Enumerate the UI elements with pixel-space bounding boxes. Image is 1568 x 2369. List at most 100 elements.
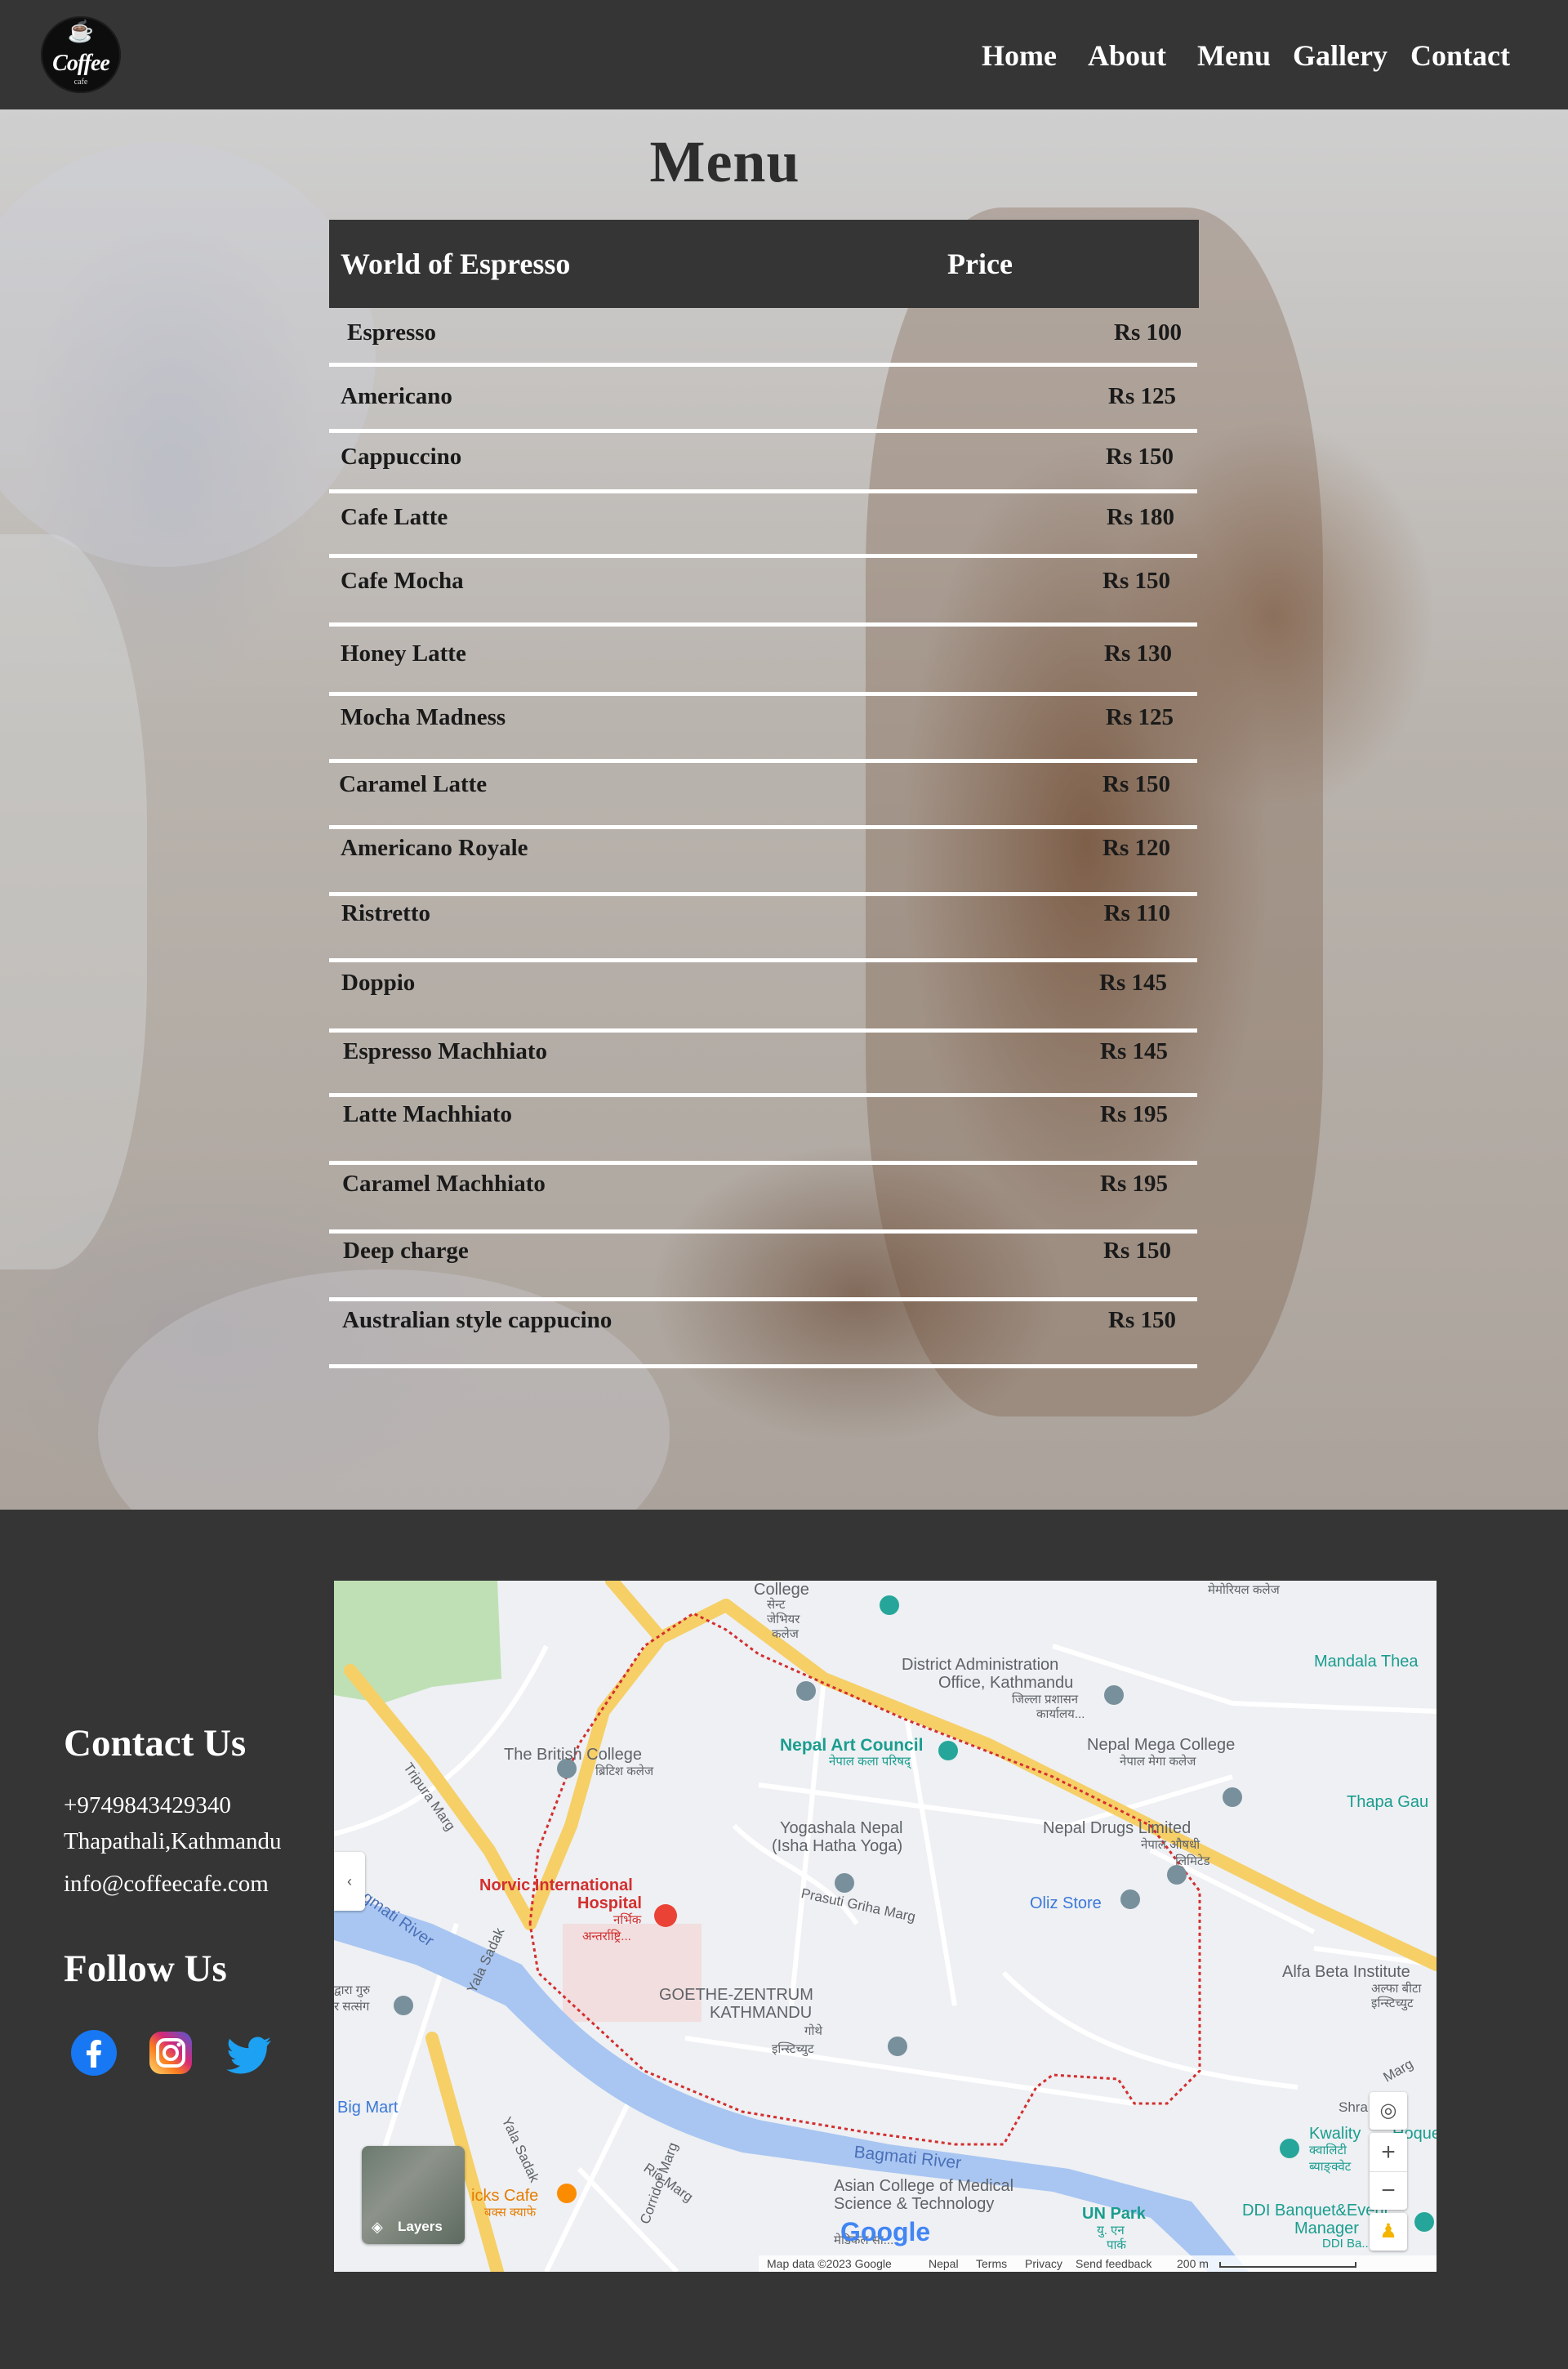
- map-label-memorial: मेमोरियल कलेज: [1208, 1583, 1280, 1597]
- menu-row-divider: [329, 363, 1197, 367]
- menu-item-name: Doppio: [341, 970, 416, 996]
- map-district-pin: [1104, 1685, 1124, 1705]
- nav-link-gallery[interactable]: Gallery: [1293, 38, 1388, 74]
- map-label-un-park-np1: यु. एन: [1097, 2224, 1125, 2237]
- menu-item-name: Caramel Latte: [339, 771, 488, 797]
- menu-item-name: Americano Royale: [341, 835, 528, 861]
- map-label-drugs-np2: लिमिटेड: [1175, 1854, 1210, 1868]
- map-mega-college-pin: [1223, 1787, 1242, 1807]
- street-view-pegman-button[interactable]: ♟: [1370, 2213, 1407, 2251]
- header-item-label: World of Espresso: [341, 248, 571, 280]
- menu-item-name: Espresso Machhiato: [343, 1038, 548, 1064]
- menu-row-divider: [329, 1028, 1197, 1033]
- nav-link-home[interactable]: Home: [982, 38, 1057, 74]
- map-label-yogashala2: (Isha Hatha Yoga): [772, 1837, 903, 1855]
- map-label-kwality-np: क्वालिटी: [1309, 2144, 1347, 2157]
- menu-item-name: Mocha Madness: [341, 704, 506, 730]
- google-map[interactable]: College सेन्ट जेभियर कलेज मेमोरियल कलेज …: [334, 1581, 1437, 2272]
- map-feedback-link[interactable]: Send feedback: [1076, 2255, 1152, 2272]
- menu-row-divider: [329, 489, 1197, 493]
- menu-row-divider: [329, 1297, 1197, 1301]
- menu-section: Menu World of Espresso Price Espresso Rs …: [0, 109, 1568, 1510]
- map-kwality-pin: [1280, 2139, 1299, 2158]
- map-label-shra: Shra: [1339, 2099, 1368, 2115]
- map-label-mega-college-np: नेपाल मेगा कलेज: [1120, 1755, 1196, 1769]
- menu-item-name: Cafe Latte: [341, 504, 448, 530]
- menu-item-name: Ristretto: [341, 900, 430, 926]
- map-privacy-link[interactable]: Privacy: [1025, 2255, 1062, 2272]
- nav-link-about[interactable]: About: [1088, 38, 1166, 74]
- menu-item-name: Deep charge: [343, 1238, 469, 1264]
- layers-button[interactable]: ◈ Layers: [362, 2146, 465, 2244]
- map-scale-bar: [1219, 2262, 1356, 2268]
- map-label-district2: Office, Kathmandu: [938, 1674, 1074, 1692]
- map-data-label: Map data ©2023 Google: [767, 2257, 892, 2270]
- map-label-icks: icks Cafe: [471, 2187, 539, 2205]
- map-label-art-council: Nepal Art Council: [780, 1736, 924, 1755]
- instagram-icon[interactable]: [147, 2029, 194, 2077]
- menu-item-price: Rs 125: [1108, 383, 1176, 409]
- menu-item-price: Rs 150: [1106, 444, 1174, 470]
- map-label-district1: District Administration: [902, 1656, 1059, 1674]
- map-oliz-pin: [1120, 1889, 1140, 1909]
- map-terms-link[interactable]: Terms: [976, 2255, 1007, 2272]
- menu-row-divider: [329, 1161, 1197, 1165]
- menu-item-name: Honey Latte: [341, 640, 466, 667]
- menu-item-name: Cafe Mocha: [341, 568, 464, 594]
- zoom-out-button[interactable]: −: [1370, 2172, 1407, 2210]
- coffee-cup-icon: ☕: [67, 20, 95, 43]
- map-canvas[interactable]: [334, 1581, 1437, 2272]
- layers-icon: ◈: [372, 2219, 383, 2235]
- map-label-goethe2: KATHMANDU: [710, 2004, 813, 2022]
- logo[interactable]: ☕ Coffee cafe: [41, 16, 121, 93]
- twitter-icon[interactable]: [225, 2032, 273, 2080]
- zoom-in-button[interactable]: +: [1370, 2133, 1407, 2172]
- map-label-norvic2: Hospital: [577, 1894, 642, 1912]
- map-label-thapa: Thapa Gau: [1347, 1793, 1429, 1811]
- map-hospital-pin: [654, 1904, 677, 1927]
- menu-row-divider: [329, 958, 1197, 962]
- map-attribution-bar: Map data ©2023 Google Nepal Terms Privac…: [759, 2255, 1437, 2272]
- map-goethe-pin: [888, 2037, 907, 2056]
- nav-link-contact[interactable]: Contact: [1410, 38, 1510, 74]
- menu-row-divider: [329, 1364, 1197, 1368]
- map-nepal-link[interactable]: Nepal: [929, 2255, 959, 2272]
- menu-item-name: Latte Machhiato: [343, 1101, 512, 1127]
- map-college-pin: [796, 1681, 816, 1701]
- menu-item-price: Rs 120: [1102, 835, 1170, 861]
- contact-email[interactable]: info@coffeecafe.com: [64, 1869, 269, 1898]
- nav-link-menu[interactable]: Menu: [1197, 38, 1271, 74]
- logo-wordmark: Coffee: [52, 51, 110, 76]
- facebook-icon[interactable]: [70, 2029, 118, 2077]
- collapse-panel-button[interactable]: ‹: [334, 1852, 365, 1911]
- map-label-drugs-np1: नेपाल औषधी: [1141, 1838, 1200, 1852]
- map-label-norvic-np2: अन्तर्राष्ट्रि...: [582, 1930, 631, 1943]
- map-label-yogashala1: Yogashala Nepal: [780, 1819, 903, 1837]
- menu-item-name: Espresso: [347, 319, 437, 346]
- map-label-norvic1: Norvic International: [479, 1876, 633, 1894]
- my-location-button[interactable]: ◎: [1370, 2092, 1407, 2130]
- map-label-un-park: UN Park: [1082, 2205, 1146, 2223]
- map-label-guru: द्वारा गुरु: [334, 1983, 371, 1997]
- menu-item-price: Rs 110: [1103, 900, 1170, 926]
- map-label-norvic-np1: नर्भिक: [613, 1913, 642, 1927]
- menu-item-price: Rs 150: [1108, 1307, 1176, 1333]
- menu-item-price: Rs 150: [1102, 568, 1170, 594]
- menu-row-divider: [329, 1093, 1197, 1097]
- layers-label: Layers: [398, 2219, 443, 2234]
- map-label-un-park-np2: पार्क: [1107, 2238, 1126, 2252]
- menu-item-price: Rs 195: [1100, 1171, 1168, 1197]
- map-scale-label: 200 m: [1177, 2257, 1209, 2270]
- map-cafe-pin: [557, 2184, 577, 2203]
- map-label-goethe-np2: इन्स्टिच्युट: [772, 2042, 814, 2056]
- map-label-ddi1: DDI Banquet&Event: [1242, 2202, 1388, 2220]
- map-label-college-np2: जेभियर: [767, 1613, 800, 1626]
- menu-item-price: Rs 130: [1104, 640, 1172, 667]
- map-label-college-np3: कलेज: [772, 1627, 799, 1641]
- map-label-icks-np: बक्स क्याफे: [484, 2206, 537, 2220]
- google-logo: Google: [840, 2217, 931, 2246]
- map-label-kwality1: Kwality: [1309, 2125, 1361, 2143]
- menu-row-divider: [329, 759, 1197, 763]
- menu-title: Menu: [649, 129, 800, 194]
- pegman-icon: ♟: [1379, 2220, 1397, 2242]
